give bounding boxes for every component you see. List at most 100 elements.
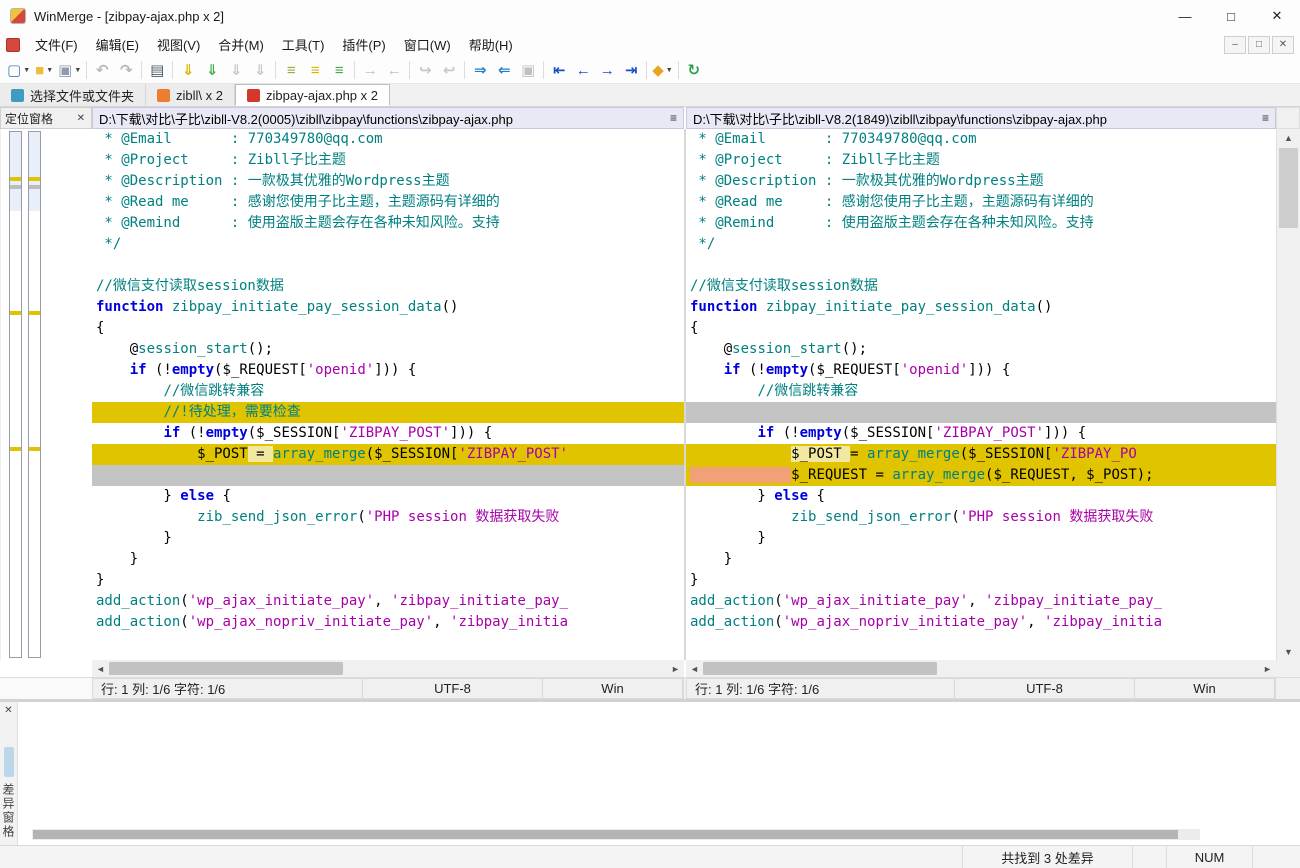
left-scroll-right-icon[interactable]: ► — [667, 664, 684, 674]
undo-button[interactable]: ↶ — [90, 58, 114, 82]
code-line[interactable]: if (!empty($_REQUEST['openid'])) { — [92, 360, 684, 381]
save-button[interactable]: ▣▼ — [56, 58, 83, 82]
code-line[interactable]: //微信跳转兼容 — [686, 381, 1276, 402]
close-button[interactable]: ✕ — [1254, 0, 1300, 32]
menu-item-3[interactable]: 合并(M) — [209, 33, 273, 56]
code-line[interactable]: $_POST = array_merge($_SESSION['ZIBPAY_P… — [92, 444, 684, 465]
prev-pane-button[interactable]: ⇐ — [492, 58, 516, 82]
code-line[interactable]: * @Description : 一款极其优雅的Wordpress主题 — [686, 171, 1276, 192]
code-line[interactable]: { — [92, 318, 684, 339]
code-line[interactable]: { — [686, 318, 1276, 339]
mdi-close-button[interactable]: ✕ — [1272, 36, 1294, 54]
menu-item-0[interactable]: 文件(F) — [26, 33, 87, 56]
code-line[interactable]: if (!empty($_SESSION['ZIBPAY_POST'])) { — [92, 423, 684, 444]
auto-merge-dropdown-icon[interactable]: ▼ — [666, 67, 673, 74]
next-conflict-button[interactable]: → — [358, 58, 382, 82]
diff-location-mark[interactable] — [10, 185, 21, 189]
code-line[interactable]: } — [92, 570, 684, 591]
location-pane-close-icon[interactable]: ✕ — [75, 113, 87, 124]
right-horizontal-scroll-thumb[interactable] — [703, 662, 937, 675]
code-line[interactable]: * @Read me : 感谢您使用子比主题，主题源码有详细的 — [686, 192, 1276, 213]
location-strip-right[interactable] — [28, 131, 41, 658]
save-all-button[interactable]: ▣ — [516, 58, 540, 82]
left-pane-menu-icon[interactable]: ≡ — [664, 111, 677, 125]
code-line[interactable]: zib_send_json_error('PHP session 数据获取失败 — [92, 507, 684, 528]
code-line[interactable]: * @Project : Zibll子比主题 — [92, 150, 684, 171]
menu-item-2[interactable]: 视图(V) — [148, 33, 209, 56]
code-line[interactable]: add_action('wp_ajax_initiate_pay', 'zibp… — [686, 591, 1276, 612]
code-line[interactable]: } — [686, 528, 1276, 549]
copy-to-left-button[interactable]: ⇓ — [248, 58, 272, 82]
code-line[interactable] — [92, 255, 684, 276]
merge-redo-button[interactable]: ↪ — [413, 58, 437, 82]
code-line[interactable] — [686, 255, 1276, 276]
prev-diff-button[interactable]: ← — [571, 58, 595, 82]
vertical-scroll-thumb[interactable] — [1279, 148, 1298, 228]
code-line[interactable]: if (!empty($_REQUEST['openid'])) { — [686, 360, 1276, 381]
code-line[interactable]: $_REQUEST = array_merge($_REQUEST, $_POS… — [686, 465, 1276, 486]
scroll-down-icon[interactable]: ▼ — [1277, 643, 1300, 660]
code-line[interactable]: } else { — [92, 486, 684, 507]
right-horizontal-scrollbar[interactable]: ◄ ► — [686, 660, 1276, 677]
missing-line-bar[interactable] — [686, 402, 1276, 423]
code-line[interactable]: zib_send_json_error('PHP session 数据获取失败 — [686, 507, 1276, 528]
location-pane[interactable] — [0, 129, 92, 660]
diff-pane-grip[interactable] — [4, 747, 14, 777]
code-line[interactable]: $_POST = array_merge($_SESSION['ZIBPAY_P… — [686, 444, 1276, 465]
code-line[interactable]: */ — [92, 234, 684, 255]
code-line[interactable]: * @Remind : 使用盗版主题会存在各种未知风险。支持 — [686, 213, 1276, 234]
code-line[interactable]: if (!empty($_SESSION['ZIBPAY_POST'])) { — [686, 423, 1276, 444]
left-code-pane[interactable]: * @Email : 770349780@qq.com * @Project :… — [92, 129, 684, 660]
next-diff-button[interactable]: → — [595, 58, 619, 82]
code-line[interactable]: * @Email : 770349780@qq.com — [686, 129, 1276, 150]
minimize-button[interactable]: — — [1162, 0, 1208, 32]
redo-button[interactable]: ↷ — [114, 58, 138, 82]
code-line[interactable]: */ — [686, 234, 1276, 255]
next-pane-button[interactable]: ⇒ — [468, 58, 492, 82]
last-diff-button[interactable]: ⇥ — [619, 58, 643, 82]
left-horizontal-scrollbar[interactable]: ◄ ► — [92, 660, 684, 677]
print-button[interactable]: ▤ — [145, 58, 169, 82]
diff-location-mark[interactable] — [10, 311, 21, 315]
code-line[interactable]: } — [686, 549, 1276, 570]
code-line[interactable]: //微信跳转兼容 — [92, 381, 684, 402]
mdi-restore-button[interactable]: □ — [1248, 36, 1270, 54]
code-line[interactable]: //微信支付读取session数据 — [92, 276, 684, 297]
code-line[interactable]: add_action('wp_ajax_nopriv_initiate_pay'… — [92, 612, 684, 633]
right-code-pane[interactable]: * @Email : 770349780@qq.com * @Project :… — [686, 129, 1276, 660]
code-line[interactable]: } — [686, 570, 1276, 591]
open-button[interactable]: ■▼ — [32, 58, 56, 82]
code-line[interactable]: * @Project : Zibll子比主题 — [686, 150, 1276, 171]
prev-conflict-button[interactable]: ← — [382, 58, 406, 82]
location-strip-left[interactable] — [9, 131, 22, 658]
tab-select-files[interactable]: 选择文件或文件夹 — [0, 84, 146, 106]
code-line[interactable]: } — [92, 528, 684, 549]
vertical-scrollbar[interactable]: ▲ ▼ — [1276, 129, 1300, 660]
missing-line-bar[interactable] — [92, 465, 684, 486]
copy-to-right-button[interactable]: ⇓ — [224, 58, 248, 82]
code-line[interactable]: } else { — [686, 486, 1276, 507]
code-line[interactable]: * @Description : 一款极其优雅的Wordpress主题 — [92, 171, 684, 192]
code-line[interactable]: @session_start(); — [92, 339, 684, 360]
diff-location-mark[interactable] — [29, 177, 40, 181]
copy-all-to-left-button[interactable]: ⇓ — [200, 58, 224, 82]
code-line[interactable]: * @Email : 770349780@qq.com — [92, 129, 684, 150]
code-line[interactable]: function zibpay_initiate_pay_session_dat… — [686, 297, 1276, 318]
diff-location-mark[interactable] — [29, 185, 40, 189]
code-line[interactable]: //!待处理，需要检查 — [92, 402, 684, 423]
mdi-minimize-button[interactable]: – — [1224, 36, 1246, 54]
diff-pane-horizontal-scrollbar[interactable] — [32, 829, 1200, 840]
refresh-button[interactable]: ↻ — [682, 58, 706, 82]
left-horizontal-scroll-thumb[interactable] — [109, 662, 343, 675]
menu-item-4[interactable]: 工具(T) — [273, 33, 334, 56]
code-line[interactable]: add_action('wp_ajax_nopriv_initiate_pay'… — [686, 612, 1276, 633]
view-all-lines-button[interactable]: ≡ — [279, 58, 303, 82]
resize-grip[interactable] — [1252, 846, 1300, 868]
open-dropdown-icon[interactable]: ▼ — [46, 67, 53, 74]
diff-pane-scroll-thumb[interactable] — [33, 830, 1178, 839]
diff-location-mark[interactable] — [29, 447, 40, 451]
menu-item-6[interactable]: 窗口(W) — [395, 33, 460, 56]
diff-location-mark[interactable] — [10, 177, 21, 181]
tab-folder-compare[interactable]: zibll\ x 2 — [146, 84, 235, 106]
right-scroll-left-icon[interactable]: ◄ — [686, 664, 703, 674]
